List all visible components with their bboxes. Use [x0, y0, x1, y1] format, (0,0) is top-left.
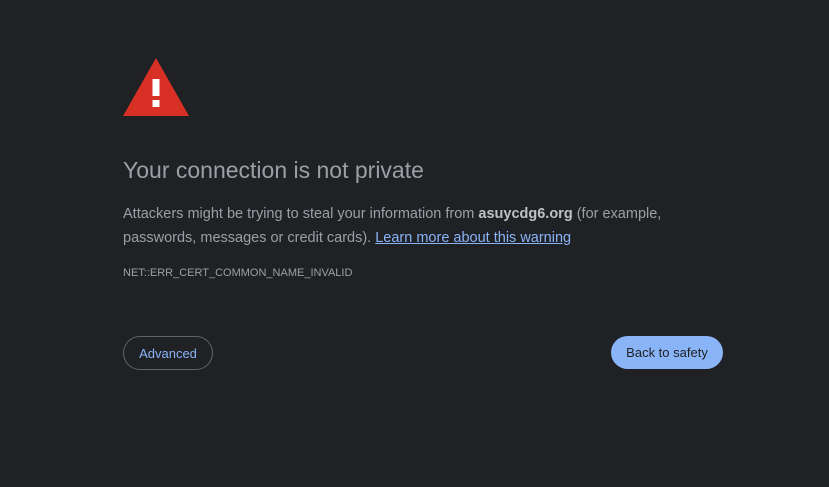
- learn-more-link[interactable]: Learn more about this warning: [375, 230, 571, 246]
- page-title: Your connection is not private: [123, 157, 424, 183]
- advanced-button[interactable]: Advanced: [123, 336, 213, 370]
- site-domain: asuycdg6.org: [478, 206, 573, 222]
- warning-message: Attackers might be trying to steal your …: [123, 202, 703, 250]
- back-to-safety-button[interactable]: Back to safety: [611, 336, 723, 369]
- message-prefix: Attackers might be trying to steal your …: [123, 206, 479, 222]
- warning-icon: [123, 58, 189, 116]
- error-code: NET::ERR_CERT_COMMON_NAME_INVALID: [123, 267, 353, 279]
